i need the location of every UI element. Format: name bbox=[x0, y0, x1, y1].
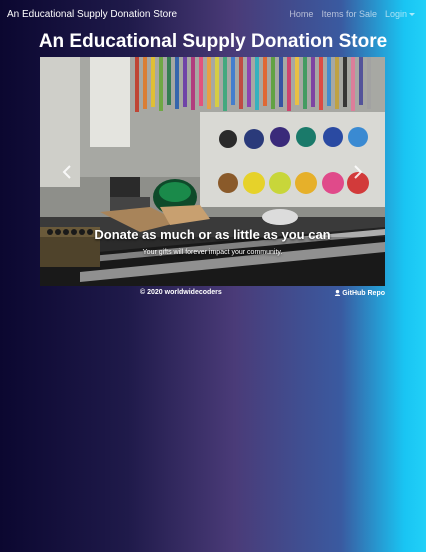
footer-github-label: GitHub Repo bbox=[342, 290, 385, 297]
nav-link-login-label: Login bbox=[384, 9, 407, 19]
navbar-brand[interactable]: An Educational Supply Donation Store bbox=[7, 9, 177, 20]
carousel-prev-button[interactable] bbox=[60, 162, 74, 182]
caret-down-icon bbox=[409, 13, 415, 17]
nav-link-items-for-sale[interactable]: Items for Sale bbox=[321, 9, 377, 19]
footer-copyright: © 2020 worldwidecoders bbox=[140, 289, 222, 296]
nav-dropdown-login[interactable]: Login bbox=[385, 9, 415, 19]
page-title: An Educational Supply Donation Store bbox=[38, 31, 388, 52]
carousel-caption-title: Donate as much or as little as you can bbox=[94, 227, 331, 242]
carousel-next-button[interactable] bbox=[351, 162, 365, 182]
carousel: Donate as much or as little as you can Y… bbox=[40, 57, 385, 286]
chevron-left-icon bbox=[62, 165, 71, 179]
carousel-caption-text: Your gifts will forever impact your comm… bbox=[142, 249, 283, 256]
github-icon bbox=[335, 289, 341, 296]
chevron-right-icon bbox=[354, 165, 363, 179]
nav-link-home[interactable]: Home bbox=[289, 9, 313, 19]
navbar: An Educational Supply Donation Store Hom… bbox=[0, 0, 426, 30]
nav-links: Home Items for Sale Login bbox=[289, 9, 415, 19]
footer-github-link[interactable]: GitHub Repo bbox=[334, 289, 385, 297]
